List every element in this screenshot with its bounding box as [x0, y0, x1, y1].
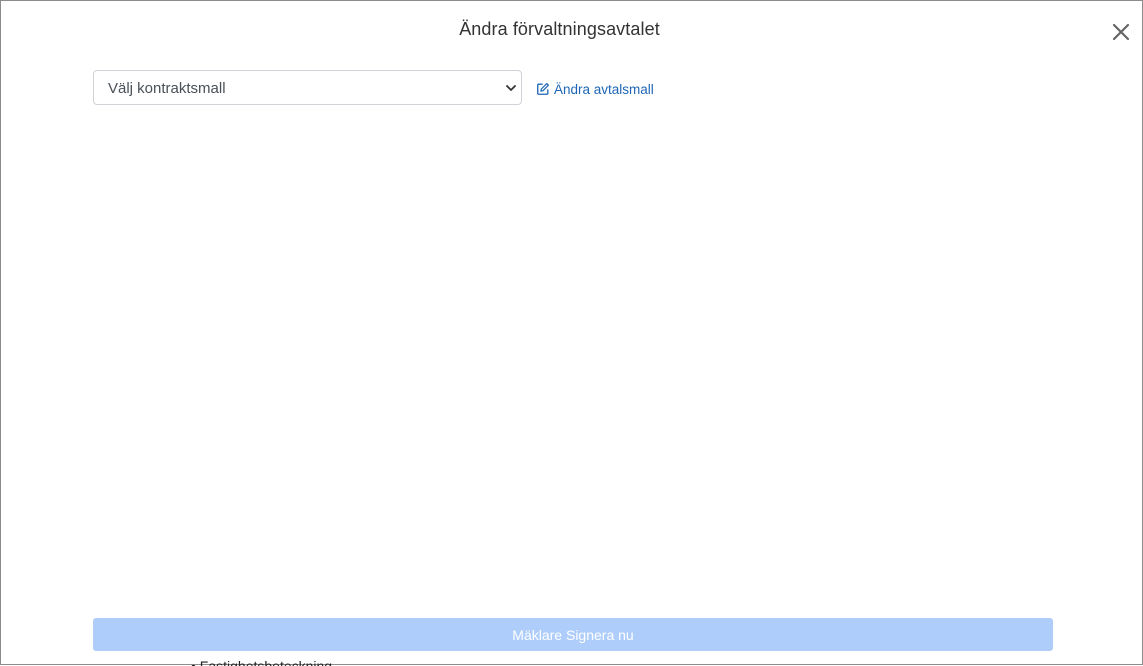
close-button[interactable]	[1111, 22, 1131, 42]
close-icon	[1112, 23, 1130, 41]
contract-template-select[interactable]: Välj kontraktsmall	[93, 70, 522, 105]
edit-icon	[537, 82, 550, 95]
edit-template-label: Ändra avtalsmall	[554, 81, 654, 97]
chevron-down-icon	[506, 85, 516, 91]
modal-title: Ändra förvaltningsavtalet	[459, 19, 660, 39]
select-value: Välj kontraktsmall	[108, 80, 226, 97]
edit-template-link[interactable]: Ändra avtalsmall	[536, 80, 654, 98]
edit-agreement-modal: Ändra förvaltningsavtalet Välj kontrakts…	[0, 0, 1143, 666]
broker-sign-now-button[interactable]: Mäklare Signera nu	[93, 618, 1053, 651]
